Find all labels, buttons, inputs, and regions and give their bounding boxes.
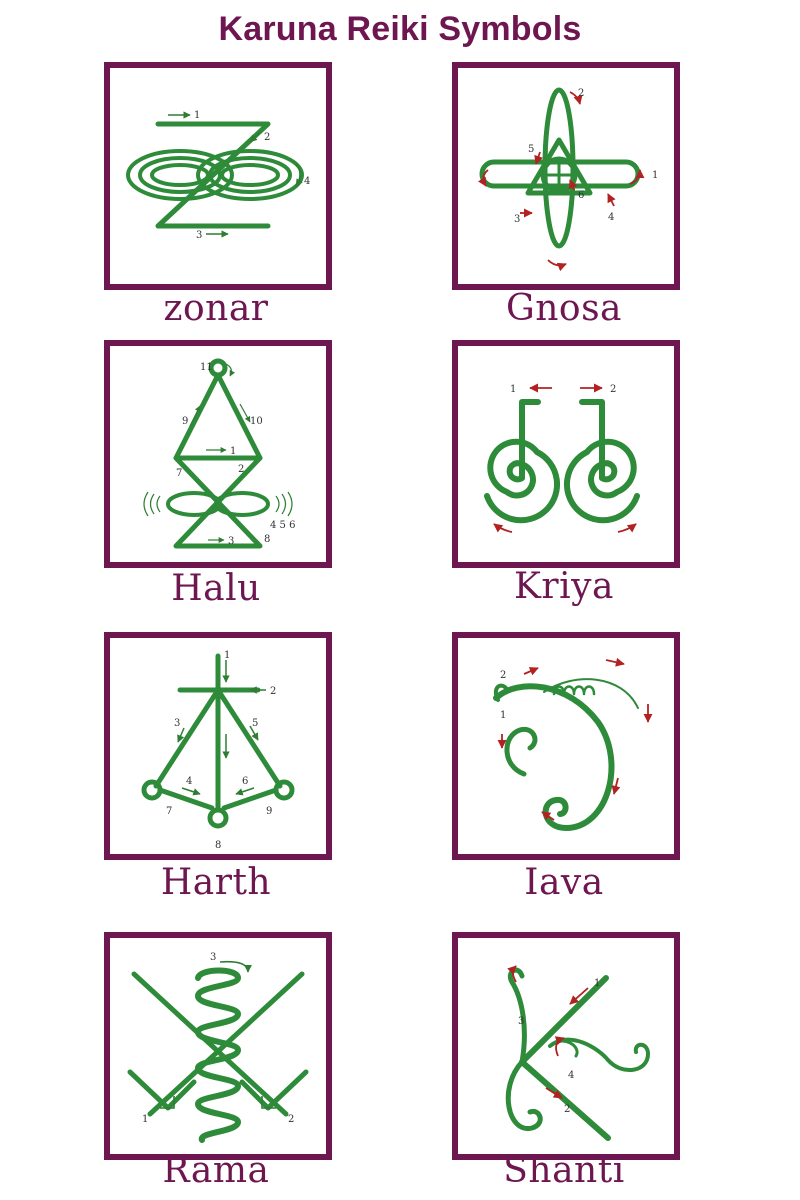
symbol-card-iava: 1 2	[452, 632, 680, 860]
step-number: 2	[564, 1104, 570, 1115]
symbol-card-halu: 1 2 3 4 5 6 7 8 9 10 11	[104, 340, 332, 568]
step-number: 6	[578, 190, 584, 201]
symbol-name-gnosa: Gnosa	[505, 288, 623, 329]
kriya-symbol-icon: 1 2	[484, 383, 640, 533]
step-number: 4	[186, 776, 192, 787]
step-number: 1	[194, 110, 200, 121]
harth-symbol-icon: 1 2 3 4 5 6 7 8 9	[141, 650, 295, 851]
symbol-card-harth: 1 2 3 4 5 6 7 8 9	[104, 632, 332, 860]
step-number: 2	[500, 670, 506, 681]
step-number: 1	[510, 384, 516, 395]
symbol-card-zonar: 1 2 3 4	[104, 62, 332, 290]
symbol-name-halu: Halu	[171, 568, 261, 609]
step-number: 3	[228, 536, 234, 547]
step-number: 4	[568, 1070, 574, 1081]
step-number: 1	[230, 446, 236, 457]
shanti-symbol-icon: 1 2 3 4	[505, 965, 650, 1141]
step-number: 2	[578, 88, 584, 99]
gnosa-symbol-icon: 1 2 3 4 5 6	[477, 87, 658, 272]
symbol-name-shanti: Shanti	[503, 1150, 625, 1191]
symbol-card-shanti: 1 2 3 4	[452, 932, 680, 1160]
symbol-name-rama: Rama	[162, 1150, 270, 1191]
step-number: 8	[264, 534, 270, 545]
step-number: 2	[288, 1114, 294, 1125]
step-number: 1	[652, 170, 658, 181]
symbol-card-gnosa: 1 2 3 4 5 6	[452, 62, 680, 290]
symbol-card-rama: 1 2 3	[104, 932, 332, 1160]
step-number: 1	[142, 1114, 148, 1125]
step-number: 4 5 6	[270, 520, 295, 531]
step-number: 3	[210, 952, 216, 963]
step-number: 11	[200, 362, 213, 373]
step-number: 2	[610, 384, 616, 395]
step-number: 9	[182, 416, 188, 427]
step-number: 1	[224, 650, 230, 661]
page-title: Karuna Reiki Symbols	[218, 10, 582, 48]
symbol-name-zonar: zonar	[163, 288, 269, 329]
step-number: 3	[514, 214, 520, 225]
step-number: 1	[500, 710, 506, 721]
step-number: 8	[215, 840, 221, 851]
step-number: 4	[608, 212, 614, 223]
step-number: 1	[594, 978, 600, 989]
step-number: 3	[518, 1016, 524, 1027]
step-number: 2	[270, 686, 276, 697]
symbol-name-harth: Harth	[160, 862, 272, 903]
step-number: 9	[266, 806, 272, 817]
step-number: 5	[528, 144, 534, 155]
symbol-name-iava: Iava	[524, 862, 604, 903]
step-number: 10	[250, 416, 263, 427]
rama-symbol-icon: 1 2 3	[127, 952, 309, 1143]
step-number: 2	[238, 464, 244, 475]
step-number: 3	[174, 718, 180, 729]
symbol-card-kriya: 1 2	[452, 340, 680, 568]
halu-symbol-icon: 1 2 3 4 5 6 7 8 9 10 11	[143, 358, 295, 549]
step-number: 6	[242, 776, 248, 787]
step-number: 2	[264, 132, 270, 143]
step-number: 7	[166, 806, 172, 817]
step-number: 4	[304, 176, 310, 187]
step-number: 3	[196, 230, 202, 241]
zonar-symbol-icon: 1 2 3 4	[126, 110, 310, 241]
symbol-name-kriya: Kriya	[514, 566, 614, 607]
step-number: 7	[176, 468, 182, 479]
step-number: 5	[252, 718, 258, 729]
iava-symbol-icon: 1 2	[493, 657, 653, 831]
